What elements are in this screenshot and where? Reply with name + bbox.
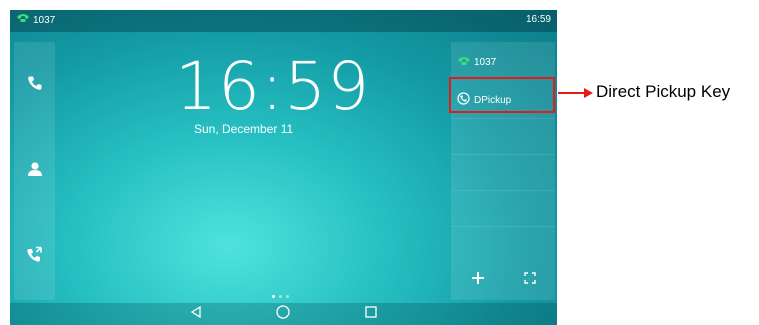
navigation-bar	[10, 303, 557, 325]
panel-footer	[451, 260, 555, 300]
dpickup-highlight-box	[449, 77, 555, 113]
home-button[interactable]	[273, 304, 293, 324]
annotation-label: Direct Pickup Key	[596, 82, 731, 101]
recent-apps-button[interactable]	[361, 306, 381, 322]
call-history-icon	[26, 246, 43, 268]
contact-icon	[27, 161, 43, 182]
back-button[interactable]	[186, 305, 206, 323]
status-time: 16:59	[525, 14, 551, 25]
phone-icon	[27, 75, 43, 96]
back-icon	[190, 305, 202, 323]
line-key-label: 1037	[474, 56, 497, 68]
phone-screen: 1037 16:59 16:59 Sun, December 11 1037 D…	[10, 10, 557, 325]
home-date: Sun, December 11	[194, 122, 294, 136]
dsskey-empty[interactable]	[451, 226, 555, 262]
fullscreen-icon[interactable]	[523, 271, 536, 289]
contacts-button[interactable]	[14, 136, 55, 206]
phone-handset-icon	[16, 13, 30, 28]
call-history-button[interactable]	[14, 222, 55, 292]
line-key[interactable]: 1037	[451, 42, 555, 82]
dsskey-empty[interactable]	[451, 190, 555, 226]
dsskey-empty[interactable]	[451, 154, 555, 190]
home-clock: 16:59	[175, 48, 371, 125]
status-bar: 1037 16:59	[10, 10, 557, 32]
plus-icon[interactable]	[471, 271, 485, 290]
status-line[interactable]: 1037	[16, 13, 55, 28]
recent-apps-icon	[365, 305, 377, 323]
left-sidebar	[14, 42, 55, 300]
page-indicator	[272, 295, 289, 298]
phone-handset-icon	[457, 56, 471, 69]
dsskey-empty[interactable]	[451, 118, 555, 154]
home-icon	[276, 304, 290, 324]
annotation-arrow	[558, 86, 594, 104]
phone-button[interactable]	[14, 50, 55, 120]
status-line-number: 1037	[33, 14, 56, 26]
